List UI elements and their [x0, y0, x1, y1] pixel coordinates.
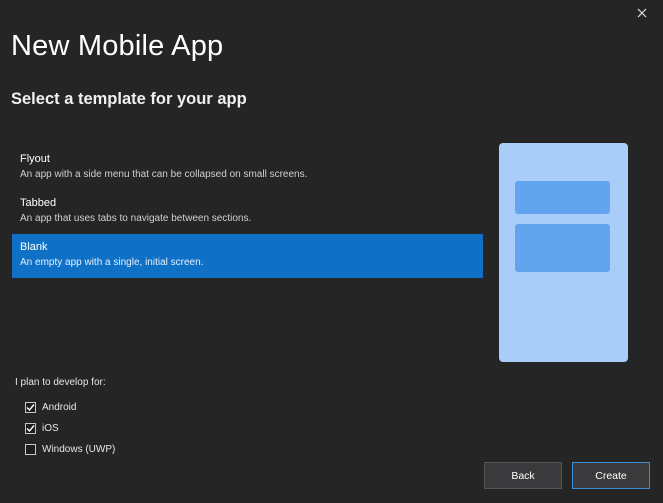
- platform-android[interactable]: Android: [25, 397, 115, 418]
- platform-ios[interactable]: iOS: [25, 418, 115, 439]
- checkmark-icon: [26, 425, 35, 433]
- platform-label: I plan to develop for:: [15, 377, 106, 388]
- back-button[interactable]: Back: [484, 462, 562, 489]
- close-button[interactable]: [635, 6, 649, 20]
- template-item-tabbed[interactable]: Tabbed An app that uses tabs to navigate…: [12, 190, 483, 234]
- template-item-blank[interactable]: Blank An empty app with a single, initia…: [12, 234, 483, 278]
- dialog-title: New Mobile App: [11, 30, 224, 62]
- create-button[interactable]: Create: [572, 462, 650, 489]
- android-checkbox[interactable]: [25, 402, 36, 413]
- template-list: Flyout An app with a side menu that can …: [12, 146, 483, 278]
- platform-label-ios: iOS: [42, 423, 59, 434]
- platform-label-android: Android: [42, 402, 77, 413]
- template-name: Tabbed: [20, 197, 57, 209]
- platform-list: Android iOS Windows (UWP): [25, 397, 115, 460]
- windows-uwp-checkbox[interactable]: [25, 444, 36, 455]
- close-icon: [637, 8, 647, 18]
- template-description: An app with a side menu that can be coll…: [20, 169, 308, 180]
- preview-block-content: [515, 224, 610, 272]
- template-description: An app that uses tabs to navigate betwee…: [20, 213, 252, 224]
- platform-windows-uwp[interactable]: Windows (UWP): [25, 439, 115, 460]
- checkmark-icon: [26, 404, 35, 412]
- platform-label-windows-uwp: Windows (UWP): [42, 444, 116, 455]
- ios-checkbox[interactable]: [25, 423, 36, 434]
- dialog-subtitle: Select a template for your app: [11, 90, 247, 108]
- template-name: Flyout: [20, 153, 50, 165]
- template-name: Blank: [20, 241, 48, 253]
- preview-block-header: [515, 181, 610, 214]
- template-preview: [499, 143, 628, 362]
- template-item-flyout[interactable]: Flyout An app with a side menu that can …: [12, 146, 483, 190]
- template-description: An empty app with a single, initial scre…: [20, 257, 204, 268]
